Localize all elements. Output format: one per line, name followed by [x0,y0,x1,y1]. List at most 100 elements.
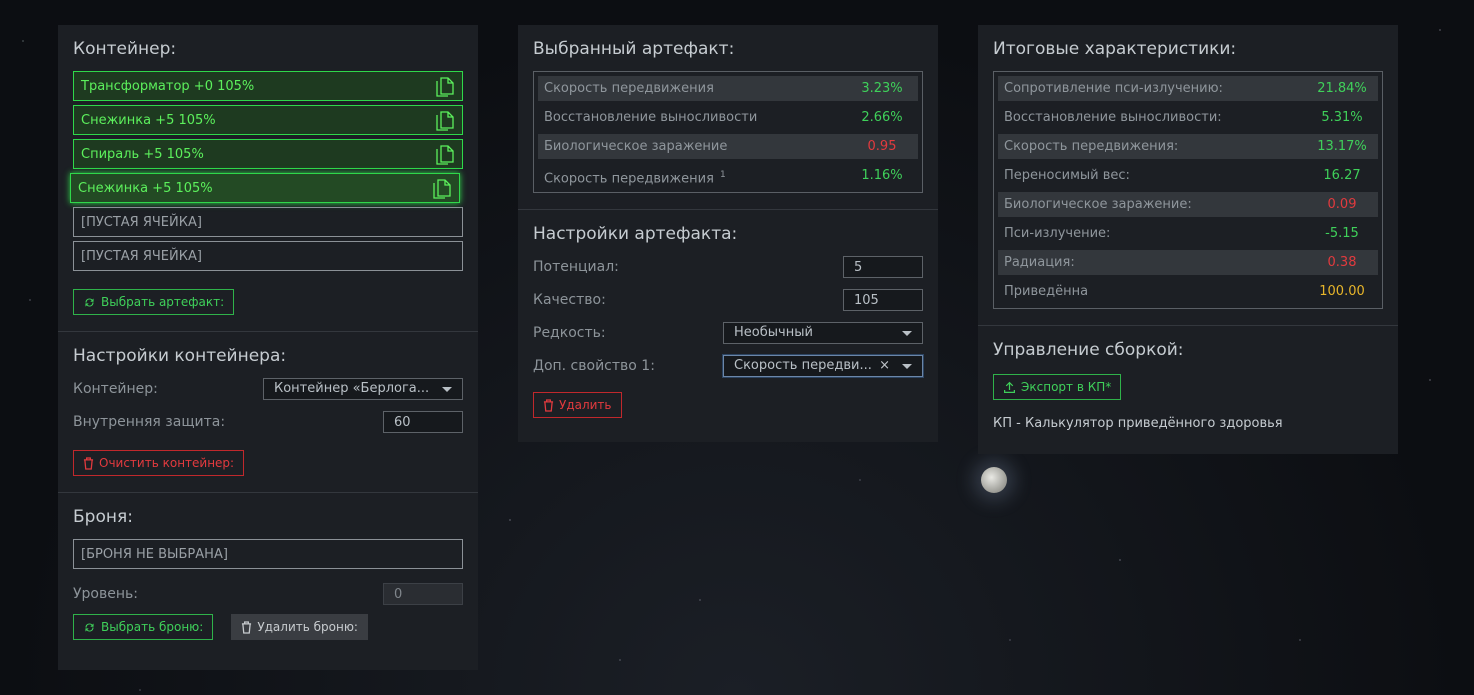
refresh-icon [85,298,94,307]
armor-level-row: Уровень: 0 [73,583,463,605]
stat-value: 1.16% [861,168,903,183]
artifact-slot[interactable]: Спираль +5 105% [73,139,463,169]
artifact-slot[interactable]: Снежинка +5 105% [73,105,463,135]
artifact-settings-title: Настройки артефакта: [533,224,738,244]
trash-icon [83,457,94,470]
rarity-row: Редкость: Необычный [533,322,923,344]
container-type-select[interactable]: Контейнер «Берлога... [263,378,463,400]
potential-label: Потенциал: [533,259,619,275]
stat-name-text: Радиация: [1004,255,1075,270]
build-title: Управление сборкой: [993,340,1184,360]
container-settings-title: Настройки контейнера: [73,346,287,366]
armor-level-input[interactable]: 0 [383,583,463,605]
trash-icon [543,399,554,412]
clear-container-label: Очистить контейнер: [99,456,235,470]
stat-name: Восстановление выносливости: [1004,105,1222,130]
stat-name: Скорость передвижения 1 [544,163,726,188]
choose-armor-button[interactable]: Выбрать броню: [73,614,214,640]
stat-name: Биологическое заражение [544,134,727,159]
totals-title: Итоговые характеристики: [993,39,1237,59]
export-label: Экспорт в КП* [1021,380,1112,394]
stat-name-text: Переносимый вес: [1004,168,1130,183]
rarity-value: Необычный [734,325,813,340]
stat-name-text: Биологическое заражение [544,139,728,154]
inner-protection-input[interactable]: 60 [383,411,463,433]
quality-input[interactable]: 105 [843,289,923,311]
stat-name: Биологическое заражение: [1004,192,1192,217]
extra-property-select[interactable]: Скорость передви... × [723,355,923,377]
stat-value: 3.23% [861,81,903,96]
choose-artifact-button[interactable]: Выбрать артефакт: [73,289,235,315]
stat-row: Скорость передвижения: 13.17% [998,134,1378,159]
artifact-slot[interactable]: [ПУСТАЯ ЯЧЕЙКА] [73,207,463,237]
artifact-slot[interactable]: [ПУСТАЯ ЯЧЕЙКА] [73,241,463,271]
copy-icon[interactable] [436,145,454,165]
stat-value: 21.84% [1317,81,1367,96]
copy-icon[interactable] [433,179,451,199]
stat-name: Переносимый вес: [1004,163,1130,188]
stat-value: 16.27 [1323,168,1361,183]
stat-row: Скорость передвижения 1 1.16% [538,163,918,188]
delete-artifact-label: Удалить [559,398,612,412]
stat-name: Радиация: [1004,250,1075,275]
moon-image [981,467,1007,493]
artifact-slot[interactable]: Трансформатор +0 105% [73,71,463,101]
armor-actions: Выбрать броню: Удалить броню: [73,614,463,640]
container-type-value: Контейнер «Берлога... [274,381,430,396]
potential-input[interactable]: 5 [843,256,923,278]
copy-icon[interactable] [436,111,454,131]
artifact-slot-label: Спираль +5 105% [81,147,204,162]
stat-name-text: Скорость передвижения [544,81,714,96]
refresh-icon [85,623,94,632]
stat-name-text: Восстановление выносливости [544,110,758,125]
container-type-row: Контейнер: Контейнер «Берлога... [73,378,463,400]
stat-value: 0.95 [867,139,897,154]
selected-artifact-title: Выбранный артефакт: [533,39,735,59]
clear-container-button[interactable]: Очистить контейнер: [73,450,245,476]
extra-property-value: Скорость передви... [734,358,872,373]
delete-artifact-button[interactable]: Удалить [533,392,622,418]
stat-row: Скорость передвижения 3.23% [538,76,918,101]
slot-list: Трансформатор +0 105% Снежинка +5 105% Спи… [70,71,463,271]
rarity-label: Редкость: [533,325,606,341]
stat-name-text: Биологическое заражение: [1004,197,1192,212]
delete-armor-button[interactable]: Удалить броню: [231,614,368,640]
stat-name-text: Сопротивление пси-излучению: [1004,81,1223,96]
armor-slot[interactable]: [БРОНЯ НЕ ВЫБРАНА] [73,539,463,569]
artifact-slot[interactable]: Снежинка +5 105% [70,173,460,203]
chevron-down-icon [902,364,912,369]
stat-row: Восстановление выносливости 2.66% [538,105,918,130]
clear-icon[interactable]: × [879,356,890,376]
stat-footnote-mark: 1 [719,170,726,180]
totals-stats-list: Сопротивление пси-излучению: 21.84% Восста… [993,71,1383,309]
extra-property-row: Доп. свойство 1: Скорость передви... × [533,355,923,377]
stat-row: Радиация: 0.38 [998,250,1378,275]
container-type-label: Контейнер: [73,381,158,397]
stat-row: Биологическое заражение 0.95 [538,134,918,159]
stat-value: 2.66% [861,110,903,125]
stat-name: Сопротивление пси-излучению: [1004,76,1223,101]
inner-protection-label: Внутренняя защита: [73,414,226,430]
copy-icon[interactable] [436,77,454,97]
stat-value: 0.38 [1327,255,1357,270]
container-panel: Контейнер: Трансформатор +0 105% Снежинка… [58,25,478,670]
stat-row: Биологическое заражение: 0.09 [998,192,1378,217]
rarity-select[interactable]: Необычный [723,322,923,344]
extra-property-label: Доп. свойство 1: [533,358,655,374]
chevron-down-icon [902,331,912,336]
stat-name: Скорость передвижения: [1004,134,1178,159]
quality-label: Качество: [533,292,606,308]
artifact-stats-list: Скорость передвижения 3.23% Восстановление… [533,71,923,193]
export-button[interactable]: Экспорт в КП* [993,374,1122,400]
artifact-slot-label: Снежинка +5 105% [78,181,213,196]
stat-name-text: Скорость передвижения: [1004,139,1179,154]
stat-name: Скорость передвижения [544,76,714,101]
footnote: КП - Калькулятор приведённого здоровья [993,416,1283,431]
stat-name: Пси-излучение: [1004,221,1110,246]
artifact-slot-label: Снежинка +5 105% [81,113,216,128]
armor-title: Броня: [73,507,133,527]
stat-name: Приведённа [1004,279,1088,304]
stat-value: 13.17% [1317,139,1367,154]
potential-row: Потенциал: 5 [533,256,923,278]
stat-name-text: Приведённа [1004,284,1089,299]
